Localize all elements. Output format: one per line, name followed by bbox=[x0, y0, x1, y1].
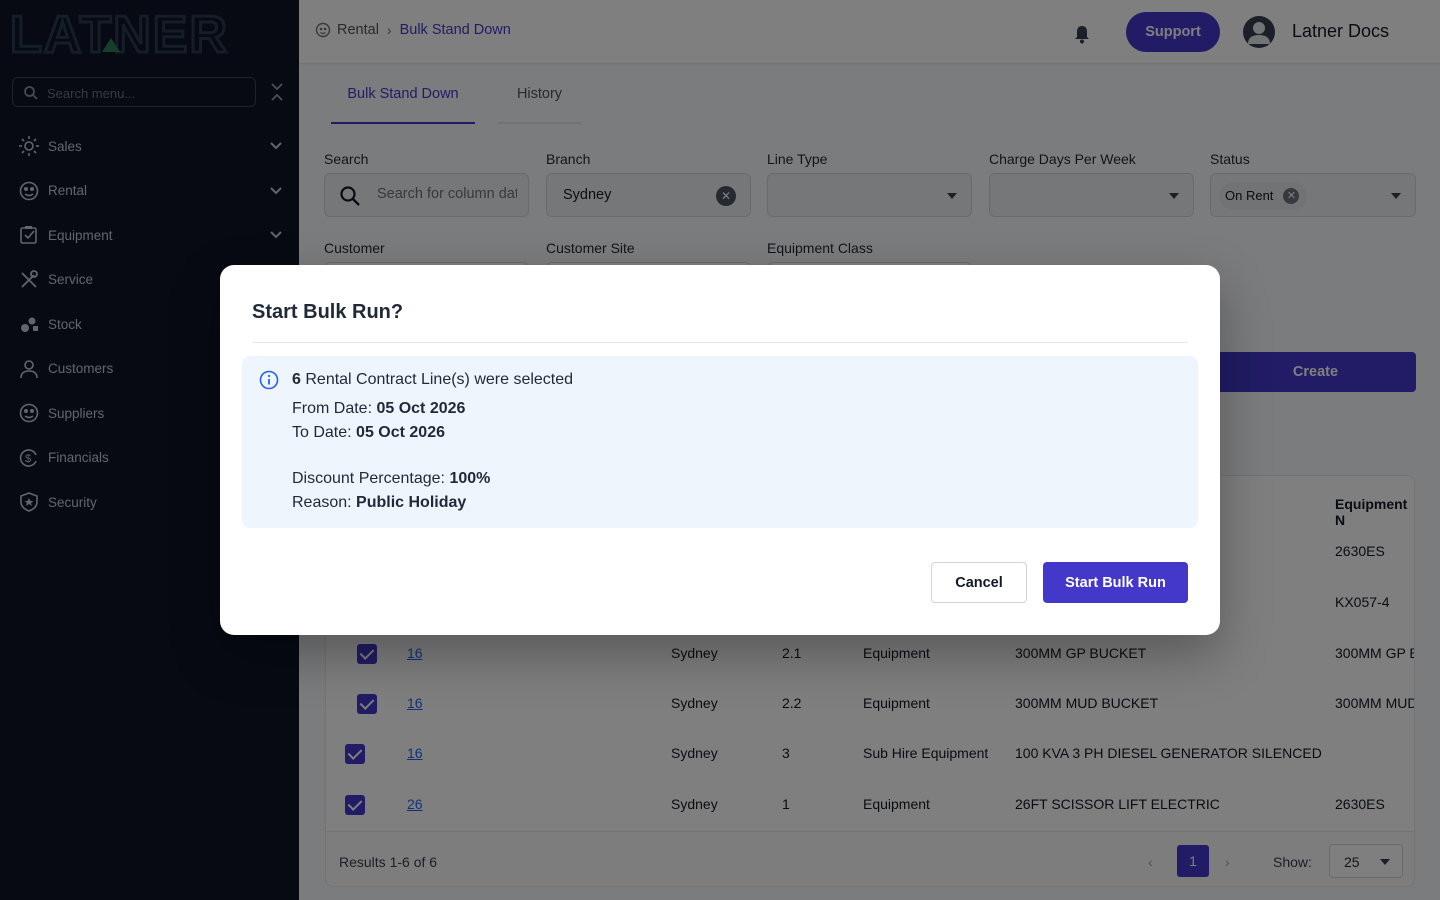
to-date-line: To Date: 05 Oct 2026 bbox=[292, 424, 445, 442]
start-bulk-run-button[interactable]: Start Bulk Run bbox=[1043, 562, 1188, 603]
reason-label: Reason: bbox=[292, 494, 352, 511]
dialog-title: Start Bulk Run? bbox=[252, 301, 404, 323]
to-date-value: 05 Oct 2026 bbox=[356, 424, 445, 441]
discount-value: 100% bbox=[449, 470, 491, 487]
reason-value: Public Holiday bbox=[356, 494, 467, 511]
discount-line: Discount Percentage: 100% bbox=[292, 470, 490, 488]
selected-count-line: 6 Rental Contract Line(s) were selected bbox=[292, 371, 573, 389]
to-date-label: To Date: bbox=[292, 424, 352, 441]
selected-count: 6 bbox=[292, 371, 301, 388]
reason-line: Reason: Public Holiday bbox=[292, 494, 466, 512]
start-bulk-run-dialog: Start Bulk Run? 6 Rental Contract Line(s… bbox=[220, 265, 1220, 635]
discount-label: Discount Percentage: bbox=[292, 470, 445, 487]
from-date-value: 05 Oct 2026 bbox=[376, 400, 466, 417]
selected-text: Rental Contract Line(s) were selected bbox=[305, 371, 574, 388]
from-date-label: From Date: bbox=[292, 400, 373, 417]
info-icon bbox=[259, 370, 279, 390]
cancel-button[interactable]: Cancel bbox=[931, 562, 1027, 603]
divider bbox=[252, 342, 1188, 343]
from-date-line: From Date: 05 Oct 2026 bbox=[292, 400, 465, 418]
info-panel: 6 Rental Contract Line(s) were selected … bbox=[242, 356, 1198, 528]
